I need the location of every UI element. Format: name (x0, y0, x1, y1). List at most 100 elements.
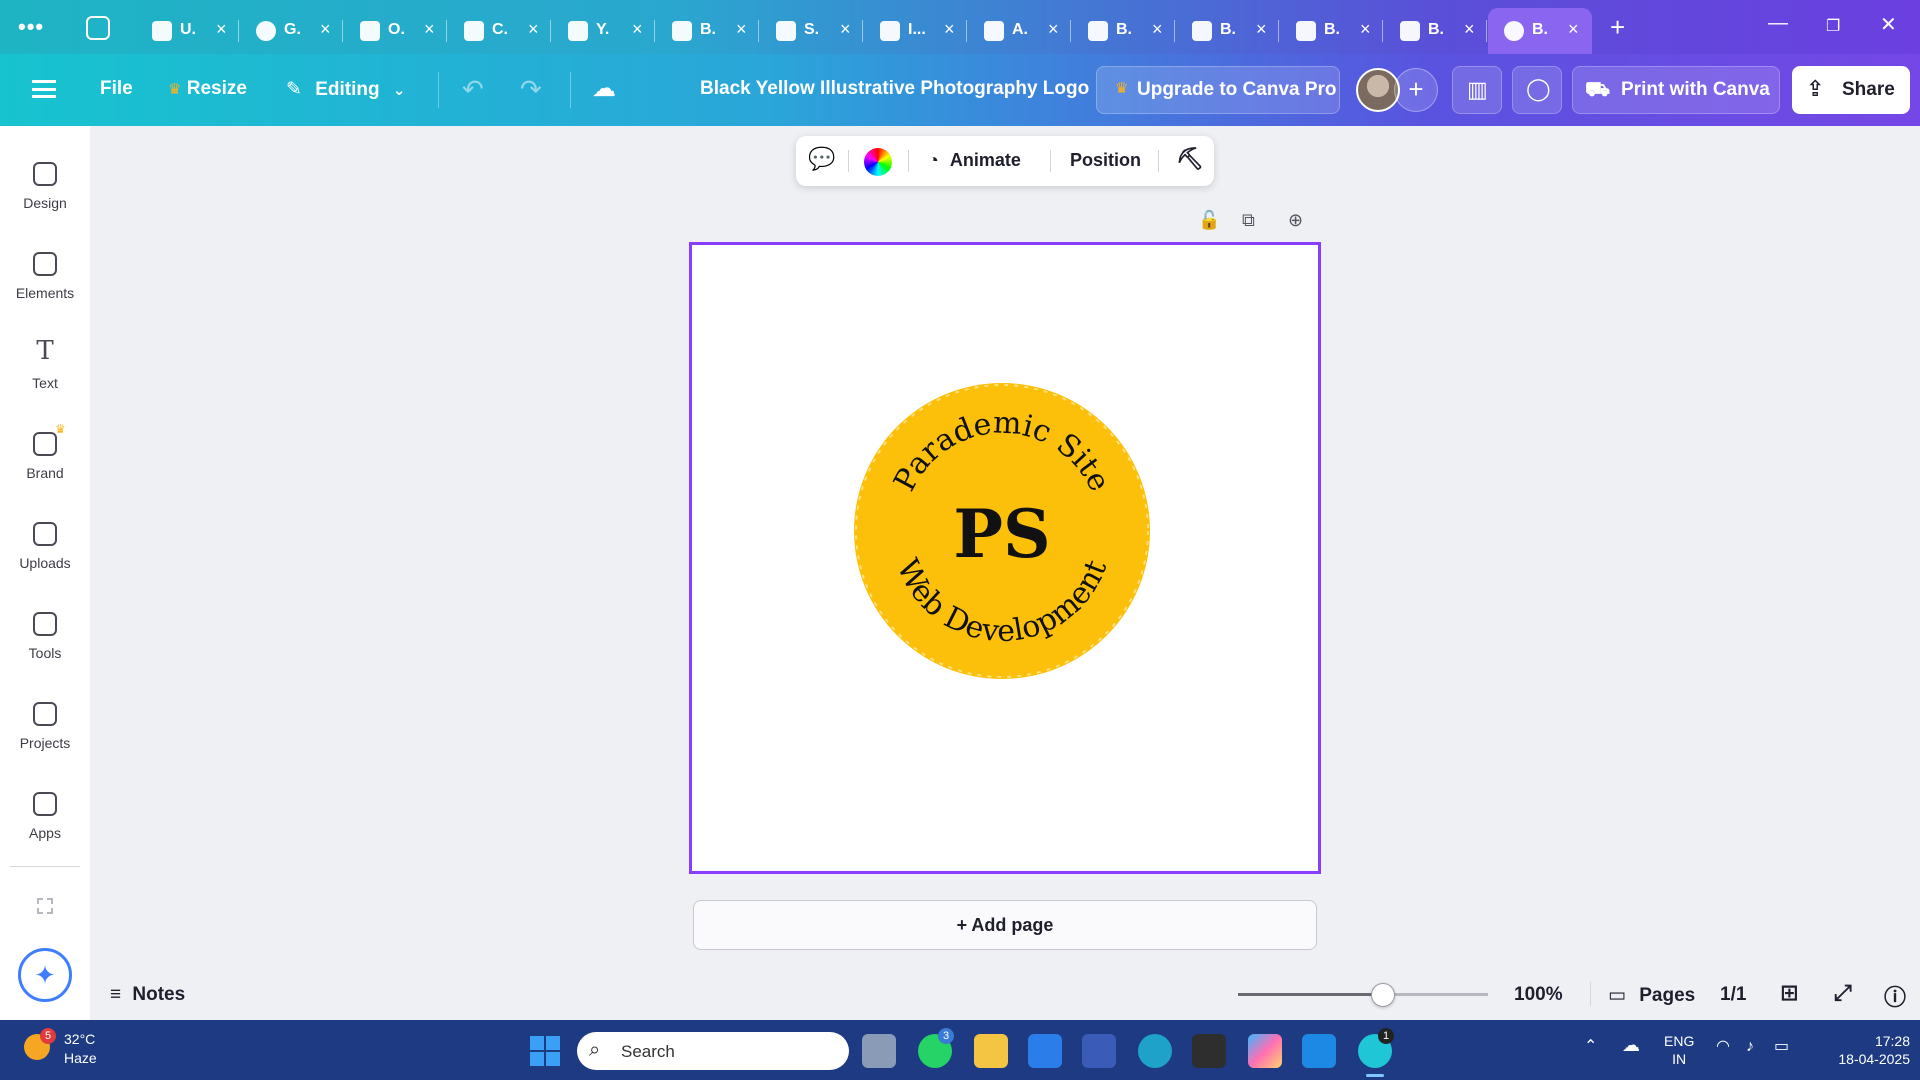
pen-icon (33, 612, 57, 636)
browser-tab[interactable]: S. × (760, 8, 864, 54)
taskbar-search[interactable]: ⌕ Search (577, 1032, 849, 1070)
comments-button[interactable]: ◯ (1512, 66, 1562, 114)
grid-view-icon[interactable]: ⊞ (1780, 980, 1798, 1006)
vscode-icon[interactable] (1302, 1034, 1336, 1068)
animate-button[interactable]: ◔ Animate (928, 150, 1021, 171)
comment-add-icon[interactable]: 💬 (808, 146, 835, 172)
onedrive-icon[interactable]: ☁ (1622, 1036, 1640, 1054)
close-tab-icon[interactable]: × (1256, 19, 1267, 40)
minimize-icon[interactable]: — (1768, 12, 1788, 35)
terminal-icon[interactable] (1192, 1034, 1226, 1068)
main-menu-icon[interactable] (32, 80, 56, 98)
close-tab-icon[interactable]: × (320, 19, 331, 40)
close-tab-icon[interactable]: × (424, 19, 435, 40)
resize-button[interactable]: ♛ Resize (168, 78, 247, 100)
store-icon[interactable] (1028, 1034, 1062, 1068)
position-button[interactable]: Position (1070, 150, 1141, 171)
lock-icon[interactable]: 🔓 (1198, 210, 1220, 231)
close-tab-icon[interactable]: × (528, 19, 539, 40)
close-tab-icon[interactable]: × (736, 19, 747, 40)
home-icon[interactable] (86, 16, 110, 40)
close-tab-icon[interactable]: × (1360, 19, 1371, 40)
browser-tab[interactable]: B. × (1488, 8, 1592, 54)
invite-plus-button[interactable]: + (1394, 68, 1438, 112)
sidebar-item-projects[interactable]: Projects (0, 692, 90, 772)
close-tab-icon[interactable]: × (1048, 19, 1059, 40)
logo-badge[interactable]: Parademic Site Web Development PS (852, 381, 1152, 681)
paint-roller-icon[interactable]: ⛏ (1176, 146, 1204, 172)
magic-sparkle-button[interactable]: ✦ (18, 948, 72, 1002)
qr-icon[interactable] (37, 898, 53, 914)
new-tab-button[interactable]: + (1610, 12, 1625, 43)
browser-tab[interactable]: B. × (1176, 8, 1280, 54)
browser-tab[interactable]: U. × (136, 8, 240, 54)
sidebar-item-tools[interactable]: Tools (0, 602, 90, 682)
browser-tab[interactable]: C. × (448, 8, 552, 54)
browser-tab[interactable]: B. × (1280, 8, 1384, 54)
chevron-up-icon[interactable]: ⌃ (1584, 1038, 1597, 1056)
close-tab-icon[interactable]: × (632, 19, 643, 40)
close-tab-icon[interactable]: × (1464, 19, 1475, 40)
edge-icon[interactable] (1138, 1034, 1172, 1068)
windows-taskbar: 5 32°C Haze ⌕ Search 3 1 ⌃ ☁ ENG IN ◠ ♪ … (0, 1020, 1920, 1080)
zoom-slider-handle[interactable] (1371, 983, 1395, 1007)
file-explorer-icon[interactable] (974, 1034, 1008, 1068)
sidebar-item-apps[interactable]: Apps (0, 782, 90, 862)
sidebar-item-elements[interactable]: Elements (0, 242, 90, 322)
sidebar-item-text[interactable]: T Text (0, 332, 90, 412)
browser-tab[interactable]: B. × (656, 8, 760, 54)
powershell-icon[interactable] (1082, 1034, 1116, 1068)
heart-chat-icon (360, 21, 380, 41)
clock[interactable]: 17:28 18-04-2025 (1810, 1032, 1910, 1068)
copilot-icon[interactable] (1248, 1034, 1282, 1068)
close-tab-icon[interactable]: × (944, 19, 955, 40)
browser-tab[interactable]: B. × (1384, 8, 1488, 54)
close-window-icon[interactable]: ✕ (1880, 12, 1897, 37)
volume-icon[interactable]: ♪ (1746, 1038, 1754, 1056)
redo-icon[interactable]: ↷ (520, 74, 542, 105)
pages-button[interactable]: ▭ Pages (1608, 984, 1695, 1007)
help-icon[interactable]: ⓘ (1884, 980, 1906, 1012)
share-button[interactable]: ⇪ Share (1792, 66, 1910, 114)
add-page-icon[interactable]: ⊕ (1288, 210, 1303, 231)
divider (446, 20, 447, 42)
sidebar-item-uploads[interactable]: Uploads (0, 512, 90, 592)
close-tab-icon[interactable]: × (1568, 19, 1579, 40)
print-with-canva-button[interactable]: ⛟ Print with Canva (1572, 66, 1780, 114)
insights-button[interactable]: ▥ (1452, 66, 1502, 114)
tab-label: B. (1428, 21, 1444, 38)
browser-tab[interactable]: G. × (240, 8, 344, 54)
notes-button[interactable]: ≡ Notes (110, 984, 185, 1006)
close-tab-icon[interactable]: × (840, 19, 851, 40)
fullscreen-icon[interactable]: ⤢ (1834, 980, 1852, 1006)
browser-tab[interactable]: O. × (344, 8, 448, 54)
color-picker-icon[interactable] (864, 148, 892, 176)
sidebar-item-design[interactable]: Design (0, 152, 90, 232)
browser-tab[interactable]: Y. × (552, 8, 656, 54)
weather-widget[interactable]: 32°C Haze (64, 1030, 97, 1068)
restore-icon[interactable]: ❐ (1826, 16, 1840, 36)
sidebar-item-brand[interactable]: ♛ Brand (0, 422, 90, 502)
browser-tab[interactable]: A. × (968, 8, 1072, 54)
zoom-slider[interactable] (1238, 983, 1488, 1007)
browser-menu-icon[interactable]: ••• (18, 14, 52, 42)
add-page-button[interactable]: + Add page (693, 900, 1317, 950)
undo-icon[interactable]: ↶ (462, 74, 484, 105)
wifi-icon[interactable]: ◠ (1716, 1038, 1730, 1056)
browser-tab[interactable]: I... × (864, 8, 968, 54)
cloud-saved-icon[interactable]: ☁ (592, 74, 616, 103)
browser-tab[interactable]: B. × (1072, 8, 1176, 54)
battery-icon[interactable]: ▭ (1774, 1038, 1789, 1056)
design-canvas[interactable]: Parademic Site Web Development PS (689, 242, 1321, 874)
duplicate-page-icon[interactable]: ⧉ (1242, 210, 1255, 231)
close-tab-icon[interactable]: × (216, 19, 227, 40)
design-title[interactable]: Black Yellow Illustrative Photography Lo… (700, 78, 1089, 100)
task-view-icon[interactable] (862, 1034, 896, 1068)
start-button[interactable] (530, 1036, 560, 1066)
language-indicator[interactable]: ENG IN (1664, 1032, 1694, 1068)
zoom-level[interactable]: 100% (1514, 984, 1563, 1006)
editing-mode-button[interactable]: ✎ Editing ⌄ (286, 78, 405, 101)
file-menu-button[interactable]: File (100, 78, 133, 100)
close-tab-icon[interactable]: × (1152, 19, 1163, 40)
upgrade-button[interactable]: ♛ Upgrade to Canva Pro (1096, 66, 1340, 114)
